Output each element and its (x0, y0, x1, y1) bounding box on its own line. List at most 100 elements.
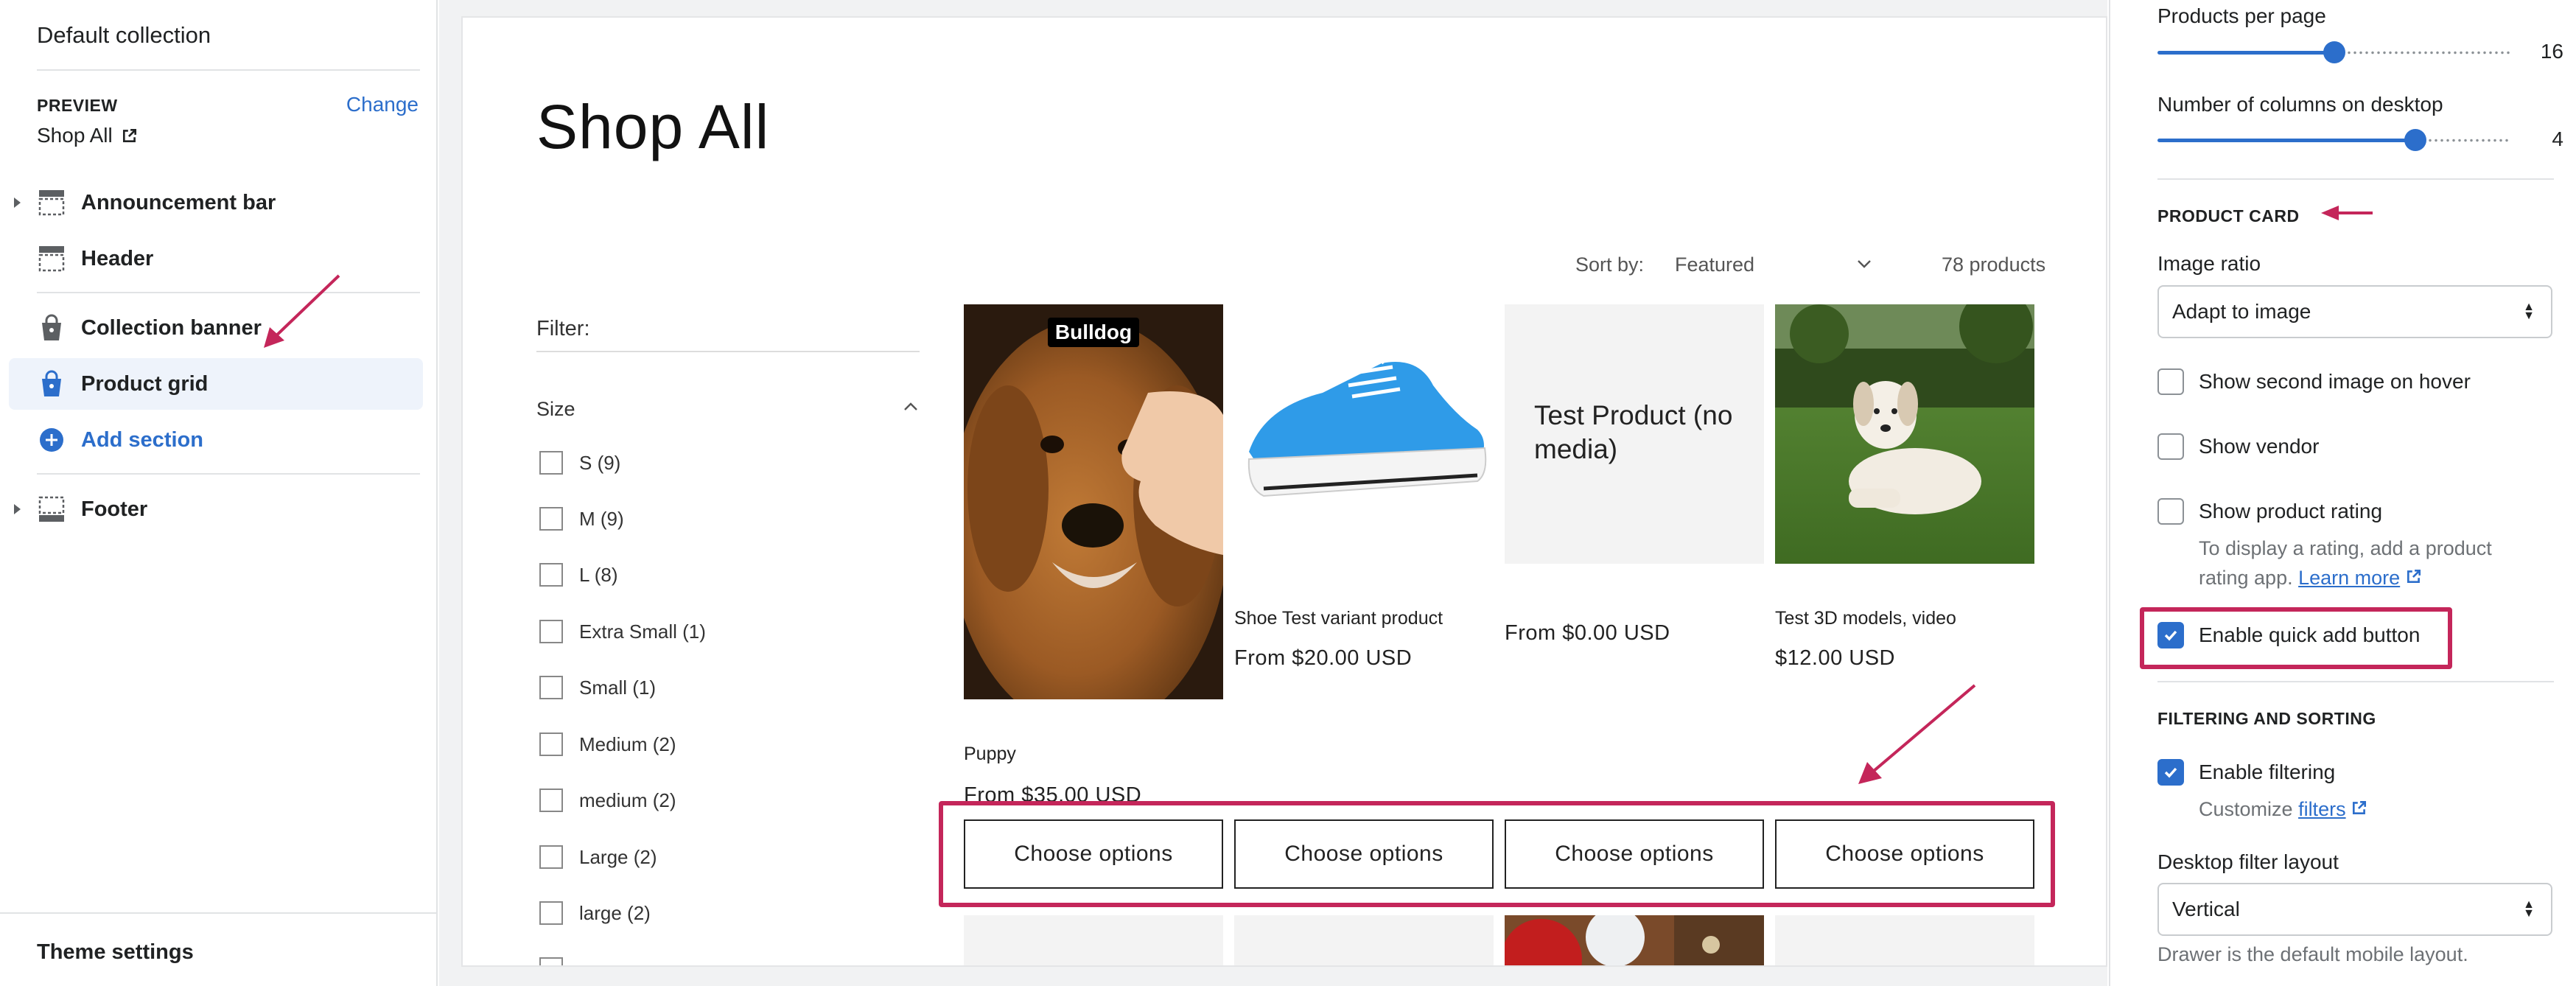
product-image[interactable] (1234, 304, 1494, 564)
preview-label: PREVIEW (37, 96, 118, 115)
theme-settings-button[interactable]: Theme settings (37, 940, 194, 965)
checkbox-label: Enable filtering (2199, 761, 2336, 783)
filter-label: Filter: (536, 317, 590, 340)
learn-more-link[interactable]: Learn more (2298, 567, 2400, 589)
desktop-filter-label: Desktop filter layout (2157, 850, 2339, 873)
size-option[interactable]: Medium (2) (539, 732, 676, 756)
size-filter-toggle[interactable]: Size (536, 398, 575, 421)
checkbox[interactable] (539, 732, 563, 756)
product-placeholder[interactable] (1775, 915, 2034, 965)
section-label: Footer (81, 497, 148, 521)
slider-thumb[interactable] (2323, 41, 2345, 63)
size-option[interactable]: M (9) (539, 507, 624, 531)
annotation-highlight (2140, 607, 2452, 669)
checkbox[interactable] (539, 563, 563, 587)
checkbox[interactable] (2157, 433, 2184, 460)
size-option[interactable] (539, 957, 563, 965)
checkbox[interactable] (539, 957, 563, 965)
size-option-label: S (9) (579, 451, 621, 474)
shopping-bag-icon (37, 313, 66, 343)
chevron-up-icon[interactable] (902, 399, 920, 414)
products-per-page-slider[interactable] (2157, 41, 2511, 63)
section-announcement-bar[interactable]: Announcement bar (9, 177, 423, 228)
checkbox-checked[interactable] (2157, 759, 2184, 786)
filters-link[interactable]: filters (2298, 798, 2346, 820)
section-label: Collection banner (81, 315, 262, 340)
image-ratio-value: Adapt to image (2172, 300, 2311, 323)
checkbox[interactable] (2157, 368, 2184, 395)
columns-slider[interactable] (2157, 129, 2511, 151)
plus-circle-icon (37, 425, 66, 455)
checkbox-label: Show second image on hover (2199, 370, 2471, 393)
divider (37, 292, 420, 293)
section-label: Product grid (81, 371, 209, 396)
checkbox[interactable] (539, 845, 563, 869)
sort-label: Sort by: (1575, 254, 1645, 276)
annotation-arrow-icon (1858, 684, 1976, 784)
size-option[interactable]: Extra Small (1) (539, 620, 706, 643)
page-title: Shop All (536, 92, 770, 161)
product-placeholder[interactable] (1234, 915, 1494, 965)
product-image[interactable]: Bulldog (964, 304, 1223, 699)
section-product-grid[interactable]: Product grid (9, 358, 423, 410)
product-image[interactable] (1775, 304, 2034, 564)
checkbox[interactable] (539, 676, 563, 699)
section-label: Announcement bar (81, 190, 276, 214)
checkmark-icon (2164, 767, 2177, 778)
divider (37, 473, 420, 475)
product-title[interactable]: Puppy (964, 744, 1016, 765)
section-label: Header (81, 246, 154, 270)
product-image[interactable] (1505, 915, 1764, 965)
filtering-heading: FILTERING AND SORTING (2157, 709, 2376, 728)
select-arrows-icon: ▲ ▼ (2523, 301, 2535, 322)
products-per-page-label: Products per page (2157, 4, 2326, 27)
size-option[interactable]: S (9) (539, 451, 620, 475)
section-collection-banner[interactable]: Collection banner (9, 302, 423, 354)
annotation-arrow-icon (2321, 206, 2373, 220)
product-placeholder[interactable]: Test Product (no media) (1505, 304, 1764, 564)
product-title[interactable]: Test 3D models, video (1775, 608, 1956, 629)
section-footer[interactable]: Footer (9, 483, 423, 535)
image-ratio-select[interactable]: Adapt to image ▲ ▼ (2157, 285, 2552, 338)
size-option[interactable]: Large (2) (539, 845, 657, 869)
product-title[interactable]: Shoe Test variant product (1234, 608, 1443, 629)
show-second-image-checkbox[interactable]: Show second image on hover (2157, 368, 2471, 395)
annotation-highlight (939, 801, 2055, 907)
external-link-icon (2353, 800, 2367, 815)
size-option[interactable]: L (8) (539, 563, 618, 587)
divider (0, 912, 436, 914)
enable-filtering-checkbox[interactable]: Enable filtering (2157, 759, 2335, 786)
add-section-button[interactable]: Add section (9, 414, 423, 466)
settings-panel: Products per page 16 Number of columns o… (2109, 0, 2576, 986)
checkbox[interactable] (539, 451, 563, 475)
size-option[interactable]: medium (2) (539, 789, 676, 812)
product-placeholder[interactable] (964, 915, 1223, 965)
checkbox[interactable] (539, 789, 563, 812)
checkbox[interactable] (539, 901, 563, 925)
show-rating-checkbox[interactable]: Show product rating (2157, 498, 2382, 525)
size-option[interactable]: large (2) (539, 901, 651, 925)
section-header[interactable]: Header (9, 233, 423, 284)
product-price: From $20.00 USD (1234, 646, 1413, 670)
expand-caret-icon[interactable] (9, 501, 25, 517)
select-arrows-icon: ▲ ▼ (2523, 898, 2535, 920)
change-link[interactable]: Change (346, 93, 419, 116)
checkbox[interactable] (2157, 498, 2184, 525)
preview-page-link[interactable]: Shop All (37, 124, 138, 147)
external-link-icon (2407, 569, 2421, 584)
external-link-icon (122, 128, 136, 143)
desktop-filter-select[interactable]: Vertical ▲ ▼ (2157, 883, 2552, 936)
columns-label: Number of columns on desktop (2157, 93, 2443, 116)
product-price: From $0.00 USD (1505, 621, 1670, 645)
product-count: 78 products (1942, 254, 2046, 276)
placeholder-title: Test Product (no media) (1534, 400, 1733, 464)
show-vendor-checkbox[interactable]: Show vendor (2157, 433, 2319, 460)
checkbox[interactable] (539, 507, 563, 531)
slider-thumb[interactable] (2404, 129, 2426, 151)
size-option[interactable]: Small (1) (539, 676, 656, 699)
preview-canvas: Shop All Sort by: Featured 78 products F… (439, 0, 2107, 986)
checkbox[interactable] (539, 620, 563, 643)
expand-caret-icon[interactable] (9, 195, 25, 211)
left-sidebar: Default collection PREVIEW Change Shop A… (0, 0, 438, 986)
add-section-label: Add section (81, 427, 203, 452)
